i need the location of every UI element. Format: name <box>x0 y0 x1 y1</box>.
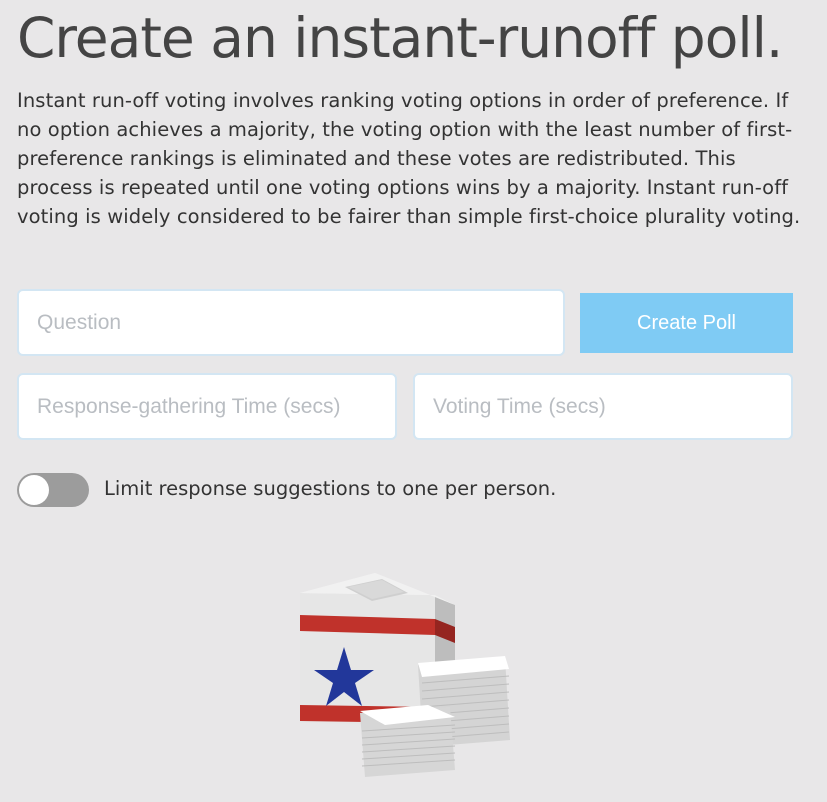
limit-suggestions-toggle[interactable] <box>17 473 89 507</box>
page-description: Instant run-off voting involves ranking … <box>17 89 801 228</box>
page-title: Create an instant-runoff poll. <box>17 6 783 70</box>
voting-time-input[interactable] <box>413 373 793 440</box>
create-poll-button[interactable]: Create Poll <box>580 293 793 353</box>
limit-suggestions-label: Limit response suggestions to one per pe… <box>104 477 557 500</box>
ballot-box-icon <box>290 565 525 790</box>
question-input[interactable] <box>17 289 565 356</box>
response-gathering-time-input[interactable] <box>17 373 397 440</box>
toggle-knob <box>19 475 49 505</box>
